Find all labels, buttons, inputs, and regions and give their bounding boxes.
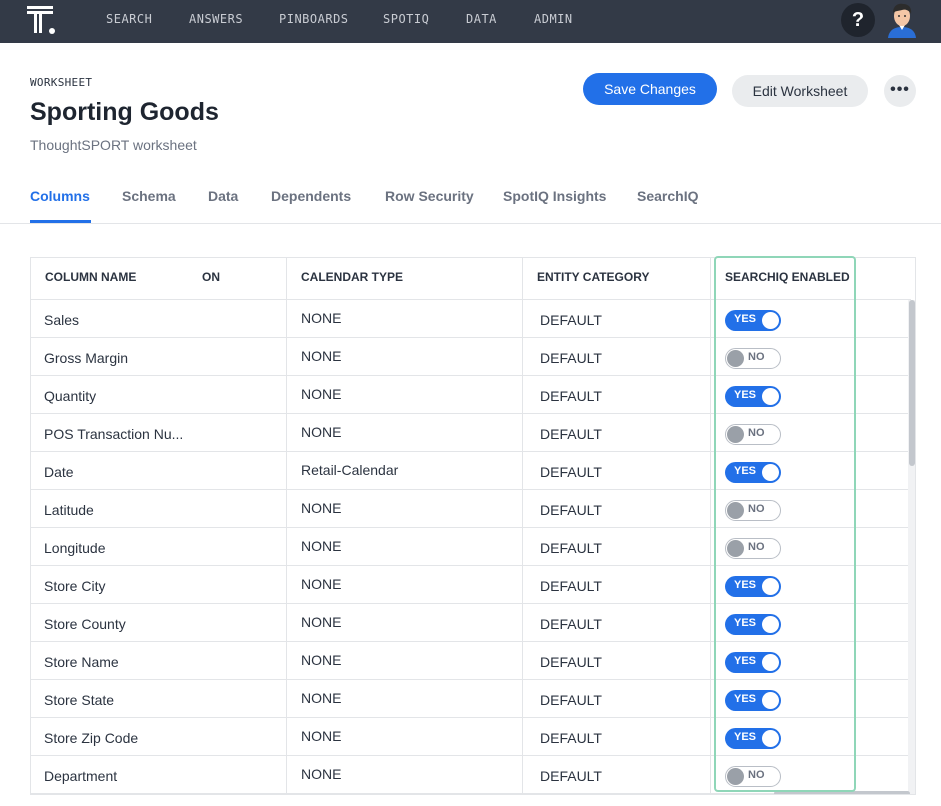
cell-calendar-type[interactable]: NONE (301, 690, 341, 706)
tab-data[interactable]: Data (208, 188, 238, 204)
nav-data[interactable]: DATA (466, 12, 497, 26)
help-button[interactable]: ? (841, 3, 875, 37)
nav-pinboards[interactable]: PINBOARDS (279, 12, 349, 26)
page-title: Sporting Goods (30, 98, 219, 126)
cell-column-name: Store Zip Code (44, 730, 139, 746)
cell-entity-category[interactable]: DEFAULT (540, 350, 602, 366)
cell-calendar-type[interactable]: NONE (301, 614, 341, 630)
cell-column-name: Date (44, 464, 74, 480)
header-calendar-type[interactable]: CALENDAR TYPE (301, 270, 403, 284)
cell-calendar-type[interactable]: Retail-Calendar (301, 462, 398, 478)
cell-entity-category[interactable]: DEFAULT (540, 654, 602, 670)
page-eyebrow: WORKSHEET (30, 76, 93, 89)
cell-entity-category[interactable]: DEFAULT (540, 616, 602, 632)
tab-searchiq[interactable]: SearchIQ (637, 188, 698, 204)
header-column-name[interactable]: COLUMN NAME (45, 270, 136, 284)
edit-worksheet-button[interactable]: Edit Worksheet (732, 75, 868, 107)
save-changes-button[interactable]: Save Changes (583, 73, 717, 105)
cell-calendar-type[interactable]: NONE (301, 728, 341, 744)
cell-entity-category[interactable]: DEFAULT (540, 692, 602, 708)
cell-column-name: Latitude (44, 502, 94, 518)
cell-calendar-type[interactable]: NONE (301, 348, 341, 364)
header-on[interactable]: ON (202, 270, 220, 284)
cell-entity-category[interactable]: DEFAULT (540, 578, 602, 594)
cell-calendar-type[interactable]: NONE (301, 310, 341, 326)
user-avatar-icon[interactable] (885, 2, 919, 38)
cell-calendar-type[interactable]: NONE (301, 386, 341, 402)
cell-calendar-type[interactable]: NONE (301, 424, 341, 440)
thoughtspot-logo-icon[interactable] (27, 4, 59, 36)
cell-entity-category[interactable]: DEFAULT (540, 426, 602, 442)
cell-column-name: Gross Margin (44, 350, 129, 366)
cell-column-name: Longitude (44, 540, 106, 556)
top-nav: SEARCH ANSWERS PINBOARDS SPOTIQ DATA ADM… (0, 0, 941, 43)
cell-calendar-type[interactable]: NONE (301, 766, 341, 782)
cell-column-name: Store Name (44, 654, 119, 670)
cell-calendar-type[interactable]: NONE (301, 652, 341, 668)
cell-column-name: Quantity (44, 388, 97, 404)
cell-calendar-type[interactable]: NONE (301, 576, 341, 592)
tab-row-security[interactable]: Row Security (385, 188, 474, 204)
cell-column-name: Department (44, 768, 118, 784)
vertical-scrollbar-thumb[interactable] (909, 300, 915, 466)
cell-entity-category[interactable]: DEFAULT (540, 540, 602, 556)
tab-spotiq-insights[interactable]: SpotIQ Insights (503, 188, 606, 204)
tab-schema[interactable]: Schema (122, 188, 176, 204)
cell-column-name: Sales (44, 312, 80, 328)
header-entity-category[interactable]: ENTITY CATEGORY (537, 270, 649, 284)
nav-spotiq[interactable]: SPOTIQ (383, 12, 429, 26)
tab-dependents[interactable]: Dependents (271, 188, 351, 204)
cell-column-name: POS Transaction Nu... (44, 426, 184, 442)
tab-columns[interactable]: Columns (30, 188, 90, 204)
cell-calendar-type[interactable]: NONE (301, 500, 341, 516)
cell-entity-category[interactable]: DEFAULT (540, 768, 602, 784)
cell-entity-category[interactable]: DEFAULT (540, 502, 602, 518)
cell-entity-category[interactable]: DEFAULT (540, 388, 602, 404)
nav-answers[interactable]: ANSWERS (189, 12, 243, 26)
nav-admin[interactable]: ADMIN (534, 12, 573, 26)
cell-entity-category[interactable]: DEFAULT (540, 312, 602, 328)
cell-column-name: Store State (44, 692, 115, 708)
tabs-divider (0, 223, 941, 224)
cell-entity-category[interactable]: DEFAULT (540, 464, 602, 480)
more-dots-icon[interactable]: ••• (884, 75, 916, 107)
nav-search[interactable]: SEARCH (106, 12, 152, 26)
cell-calendar-type[interactable]: NONE (301, 538, 341, 554)
page-subtitle: ThoughtSPORT worksheet (30, 137, 197, 153)
cell-column-name: Store County (44, 616, 126, 632)
cell-column-name: Store City (44, 578, 106, 594)
cell-entity-category[interactable]: DEFAULT (540, 730, 602, 746)
searchiq-column-highlight (714, 256, 856, 792)
